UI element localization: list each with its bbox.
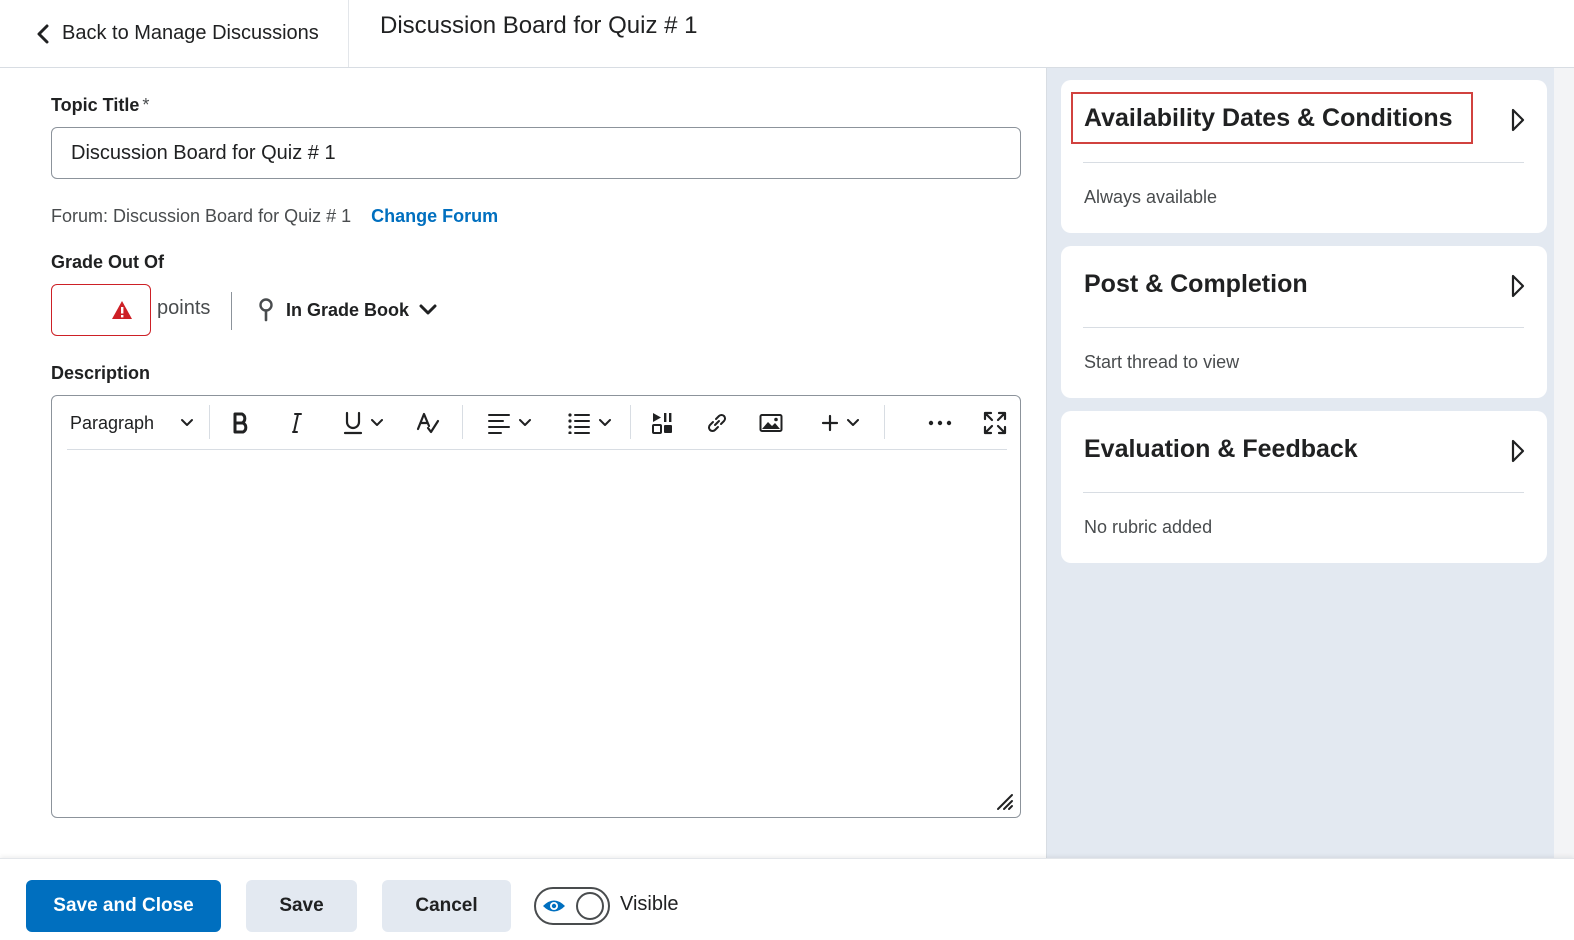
plus-icon: [821, 414, 839, 432]
more-icon: [928, 420, 952, 426]
resize-icon[interactable]: [994, 791, 1014, 811]
cancel-button[interactable]: Cancel: [382, 880, 511, 932]
visible-label: Visible: [620, 893, 679, 915]
toolbar-separator: [209, 405, 210, 439]
list-button[interactable]: [561, 406, 617, 440]
evaluation-feedback-card[interactable]: Evaluation & Feedback No rubric added: [1061, 411, 1547, 563]
top-header: Back to Manage Discussions Discussion Bo…: [0, 0, 1574, 68]
chevron-down-icon: [371, 419, 383, 426]
caret-right-icon[interactable]: [1511, 108, 1525, 132]
description-editor: Paragraph: [51, 395, 1021, 818]
underline-button[interactable]: [335, 406, 391, 440]
italic-button[interactable]: [280, 406, 312, 440]
forum-line: Forum: Discussion Board for Quiz # 1 Cha…: [51, 206, 498, 227]
chevron-down-icon: [181, 419, 193, 426]
chevron-down-icon: [599, 419, 611, 426]
chevron-down-icon: [419, 304, 437, 315]
topic-title-input[interactable]: [51, 127, 1021, 179]
paragraph-format-value: Paragraph: [70, 412, 155, 433]
topic-title-label: Topic Title *: [51, 95, 149, 116]
italic-icon: [292, 413, 302, 433]
card-divider: [1083, 492, 1524, 493]
text-format-button[interactable]: [412, 406, 444, 440]
availability-card-title: Availability Dates & Conditions: [1084, 104, 1453, 132]
grade-out-of-input[interactable]: [51, 284, 151, 336]
settings-sidebar: Availability Dates & Conditions Always a…: [1046, 68, 1574, 858]
bold-button[interactable]: [225, 406, 257, 440]
description-label: Description: [51, 363, 151, 383]
eye-icon: [543, 900, 565, 912]
topic-title-label-text: Topic Title: [51, 95, 140, 115]
strikethrough-format-icon: [416, 412, 440, 434]
pin-icon: [259, 298, 273, 322]
bold-icon: [233, 412, 248, 434]
evaluation-feedback-card-title: Evaluation & Feedback: [1084, 435, 1358, 463]
insert-media-button[interactable]: [647, 406, 679, 440]
back-link-label: Back to Manage Discussions: [62, 22, 319, 44]
main-form: Topic Title* Forum: Discussion Board for…: [0, 68, 1046, 858]
fullscreen-button[interactable]: [979, 406, 1011, 440]
change-forum-link[interactable]: Change Forum: [371, 206, 498, 227]
page-title: Discussion Board for Quiz # 1: [380, 12, 698, 39]
link-icon: [707, 413, 727, 433]
insert-image-button[interactable]: [755, 406, 787, 440]
availability-card[interactable]: Availability Dates & Conditions Always a…: [1061, 80, 1547, 233]
points-label: points: [157, 297, 211, 319]
caret-right-icon[interactable]: [1511, 439, 1525, 463]
back-to-manage-discussions-link[interactable]: Back to Manage Discussions: [0, 0, 349, 67]
card-divider: [1083, 162, 1524, 163]
fullscreen-icon: [983, 411, 1007, 435]
toggle-knob: [576, 892, 604, 920]
visibility-toggle[interactable]: [534, 887, 610, 925]
in-grade-book-dropdown[interactable]: In Grade Book: [258, 294, 437, 326]
toolbar-separator: [462, 405, 463, 439]
editor-toolbar: Paragraph: [67, 396, 1007, 450]
forum-name: Forum: Discussion Board for Quiz # 1: [51, 206, 352, 226]
insert-stuff-button[interactable]: [815, 406, 865, 440]
toolbar-separator: [884, 405, 885, 439]
image-icon: [759, 414, 783, 432]
grade-divider: [231, 292, 232, 330]
grade-out-of-label: Grade Out Of: [51, 252, 165, 272]
chevron-down-icon: [847, 419, 859, 426]
caret-right-icon[interactable]: [1511, 274, 1525, 298]
save-and-close-button[interactable]: Save and Close: [26, 880, 221, 932]
more-actions-button[interactable]: [924, 406, 956, 440]
description-editor-body[interactable]: [67, 452, 1007, 792]
paragraph-format-select[interactable]: Paragraph: [70, 406, 194, 440]
insert-link-button[interactable]: [701, 406, 733, 440]
save-button[interactable]: Save: [246, 880, 357, 932]
chevron-left-icon: [37, 24, 49, 43]
toolbar-separator: [630, 405, 631, 439]
footer-action-bar: Save and Close Save Cancel Visible: [0, 858, 1574, 940]
list-icon: [568, 413, 590, 434]
post-completion-card[interactable]: Post & Completion Start thread to view: [1061, 246, 1547, 398]
availability-card-summary: Always available: [1084, 187, 1218, 207]
card-divider: [1083, 327, 1524, 328]
post-completion-card-title: Post & Completion: [1084, 270, 1308, 298]
post-completion-card-summary: Start thread to view: [1084, 352, 1240, 372]
required-marker: *: [142, 95, 150, 115]
align-icon: [488, 414, 510, 434]
media-icon: [652, 413, 672, 434]
chevron-down-icon: [519, 419, 531, 426]
grade-book-label: In Grade Book: [286, 299, 410, 320]
underline-icon: [343, 411, 363, 435]
align-button[interactable]: [481, 406, 537, 440]
sidebar-scrollbar[interactable]: [1554, 68, 1574, 858]
warning-icon: [112, 301, 132, 319]
evaluation-feedback-card-summary: No rubric added: [1084, 517, 1213, 537]
